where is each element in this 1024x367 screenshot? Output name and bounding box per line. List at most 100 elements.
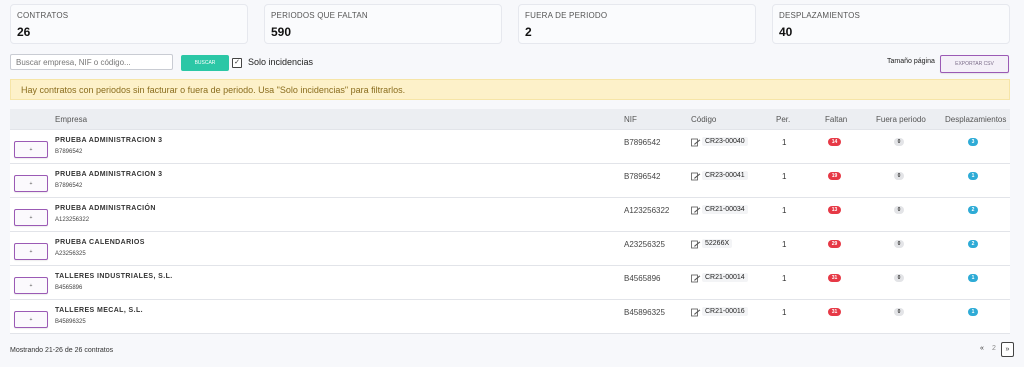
stat-label: CONTRATOS: [17, 11, 69, 20]
nif-cell: A23256325: [624, 240, 665, 249]
company-nif-sub: B7896542: [55, 183, 83, 189]
row-select-button[interactable]: +: [14, 243, 48, 260]
faltan-badge: 13: [828, 206, 841, 214]
contract-code[interactable]: CR21-00016: [702, 307, 748, 316]
stats-bar: CONTRATOS 26 PERIODOS QUE FALTAN 590 FUE…: [10, 4, 1010, 44]
contract-code[interactable]: CR21-00014: [702, 273, 748, 282]
faltan-badge: 31: [828, 274, 841, 282]
stat-card-contratos: CONTRATOS 26: [10, 4, 248, 44]
header-nif[interactable]: NIF: [624, 115, 637, 124]
stat-value: 26: [17, 25, 31, 39]
desplazamientos-badge: 2: [968, 206, 978, 214]
checkmark-icon: ✓: [234, 59, 240, 66]
nif-cell: B4565896: [624, 274, 661, 283]
company-nif-sub: A123256322: [55, 217, 90, 223]
pagination-summary: Mostrando 21-26 de 26 contratos: [10, 347, 114, 354]
per-cell: 1: [782, 240, 787, 249]
table-row: + PRUEBA ADMINISTRACIÓN A123256322 A1232…: [10, 198, 1010, 232]
company-nif-sub: B4565896: [55, 285, 83, 291]
pager-page-2[interactable]: 2: [989, 342, 999, 355]
document-edit-icon: [691, 138, 701, 147]
fuera-periodo-badge: 0: [894, 138, 904, 146]
header-empresa[interactable]: Empresa: [55, 115, 87, 124]
desplazamientos-badge: 1: [968, 172, 978, 180]
stat-label: PERIODOS QUE FALTAN: [271, 11, 368, 20]
stat-card-desplazamientos: DESPLAZAMIENTOS 40: [772, 4, 1010, 44]
contract-code[interactable]: CR23-00041: [702, 171, 748, 180]
desplazamientos-badge: 1: [968, 308, 978, 316]
per-cell: 1: [782, 308, 787, 317]
faltan-badge: 31: [828, 308, 841, 316]
contract-code[interactable]: CR21-00034: [702, 205, 748, 214]
faltan-badge: 14: [828, 138, 841, 146]
stat-value: 590: [271, 25, 292, 39]
search-input[interactable]: [10, 54, 173, 70]
header-desplazamientos[interactable]: Desplazamientos: [945, 115, 1006, 124]
company-nif-sub: B7896542: [55, 149, 83, 155]
pagination: « 2 »: [977, 342, 1014, 357]
company-name: PRUEBA ADMINISTRACIÓN: [55, 205, 156, 212]
export-csv-button[interactable]: EXPORTAR CSV: [940, 55, 1009, 73]
stat-card-fuera: FUERA DE PERIODO 2: [518, 4, 756, 44]
pager-prev-button[interactable]: «: [977, 342, 987, 355]
row-select-button[interactable]: +: [14, 209, 48, 226]
header-codigo[interactable]: Código: [691, 115, 716, 124]
desplazamientos-badge: 1: [968, 274, 978, 282]
fuera-periodo-badge: 0: [894, 172, 904, 180]
company-name: PRUEBA ADMINISTRACION 3: [55, 171, 163, 178]
nif-cell: B45896325: [624, 308, 665, 317]
row-select-button[interactable]: +: [14, 311, 48, 328]
incidents-checkbox-label[interactable]: Solo incidencias: [248, 57, 313, 67]
company-name: PRUEBA CALENDARIOS: [55, 239, 145, 246]
fuera-periodo-badge: 0: [894, 206, 904, 214]
fuera-periodo-badge: 0: [894, 308, 904, 316]
faltan-badge: 19: [828, 172, 841, 180]
document-edit-icon: [691, 172, 701, 181]
table-row: + PRUEBA ADMINISTRACION 3 B7896542 B7896…: [10, 164, 1010, 198]
document-edit-icon: [691, 274, 701, 283]
incidents-checkbox[interactable]: ✓: [232, 58, 242, 68]
document-edit-icon: [691, 308, 701, 317]
incidents-alert: Hay contratos con periodos sin facturar …: [10, 79, 1010, 100]
fuera-periodo-badge: 0: [894, 240, 904, 248]
row-select-button[interactable]: +: [14, 277, 48, 294]
per-cell: 1: [782, 172, 787, 181]
table-row: + TALLERES MECAL, S.L. B45896325 B458963…: [10, 300, 1010, 334]
table-header: Empresa NIF Código Per. Faltan Fuera per…: [10, 109, 1010, 130]
fuera-periodo-badge: 0: [894, 274, 904, 282]
document-edit-icon: [691, 206, 701, 215]
header-faltan[interactable]: Faltan: [825, 115, 847, 124]
stat-card-periodos: PERIODOS QUE FALTAN 590: [264, 4, 502, 44]
company-nif-sub: A23256325: [55, 251, 86, 257]
row-select-button[interactable]: +: [14, 141, 48, 158]
document-edit-icon: [691, 240, 701, 249]
table-row: + TALLERES INDUSTRIALES, S.L. B4565896 B…: [10, 266, 1010, 300]
contract-code[interactable]: CR23-00040: [702, 137, 748, 146]
row-select-button[interactable]: +: [14, 175, 48, 192]
desplazamientos-badge: 2: [968, 240, 978, 248]
desplazamientos-badge: 3: [968, 138, 978, 146]
company-name: PRUEBA ADMINISTRACION 3: [55, 137, 163, 144]
nif-cell: A123256322: [624, 206, 670, 215]
nif-cell: B7896542: [624, 138, 661, 147]
company-nif-sub: B45896325: [55, 319, 86, 325]
contracts-table: Empresa NIF Código Per. Faltan Fuera per…: [10, 109, 1010, 334]
table-row: + PRUEBA ADMINISTRACION 3 B7896542 B7896…: [10, 130, 1010, 164]
stat-value: 40: [779, 25, 793, 39]
table-row: + PRUEBA CALENDARIOS A23256325 A23256325…: [10, 232, 1010, 266]
toolbar: BUSCAR ✓ Solo incidencias Tamaño página …: [10, 54, 1010, 73]
header-per[interactable]: Per.: [776, 115, 790, 124]
company-name: TALLERES INDUSTRIALES, S.L.: [55, 273, 173, 280]
header-fuera-periodo[interactable]: Fuera periodo: [876, 115, 926, 124]
nif-cell: B7896542: [624, 172, 661, 181]
per-cell: 1: [782, 138, 787, 147]
page-size-label: Tamaño página: [887, 58, 935, 65]
pager-next-button[interactable]: »: [1001, 342, 1014, 357]
company-name: TALLERES MECAL, S.L.: [55, 307, 143, 314]
per-cell: 1: [782, 206, 787, 215]
per-cell: 1: [782, 274, 787, 283]
contract-code[interactable]: 52266X: [702, 239, 733, 248]
faltan-badge: 29: [828, 240, 841, 248]
search-button[interactable]: BUSCAR: [181, 55, 229, 71]
stat-label: DESPLAZAMIENTOS: [779, 11, 861, 20]
